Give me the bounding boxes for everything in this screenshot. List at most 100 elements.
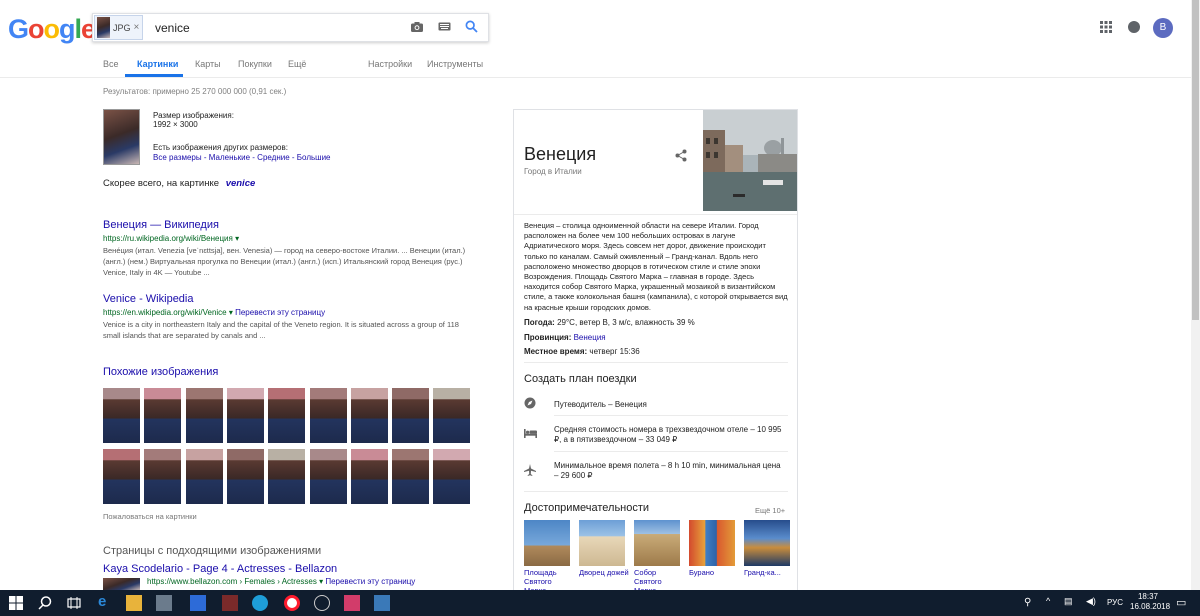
result-title[interactable]: Kaya Scodelario - Page 4 - Actresses - B… (103, 563, 337, 575)
sight-label[interactable]: Гранд-ка... (744, 568, 794, 577)
trip-hotel-prices[interactable]: Средняя стоимость номера в трехзвездочно… (554, 425, 784, 445)
sight-image-doges-palace[interactable] (579, 520, 625, 566)
tray-chevron-icon[interactable]: ^ (1046, 596, 1050, 606)
search-icon[interactable] (465, 20, 478, 33)
clock-app-icon[interactable] (314, 595, 330, 611)
similar-image-thumbnail[interactable] (350, 449, 388, 504)
google-logo[interactable]: Google (8, 14, 96, 45)
report-images-link[interactable]: Пожаловаться на картинки (103, 512, 197, 521)
tab-settings[interactable]: Настройки (368, 59, 412, 69)
app-icon[interactable] (344, 595, 360, 611)
trip-guide-link[interactable]: Путеводитель – Венеция (554, 400, 784, 409)
similar-images-title[interactable]: Похожие изображения (103, 366, 218, 378)
similar-image-thumbnail[interactable] (268, 449, 306, 504)
similar-image-thumbnail[interactable] (392, 449, 430, 504)
similar-image-thumbnail[interactable] (103, 388, 140, 443)
result-title[interactable]: Венеция — Википедия (103, 219, 219, 231)
similar-image-thumbnail[interactable] (185, 449, 223, 504)
sight-image-grand-canal[interactable] (744, 520, 790, 566)
volume-icon[interactable]: ◀) (1086, 596, 1096, 607)
similar-image-thumbnail[interactable] (268, 388, 306, 443)
tab-all[interactable]: Все (103, 59, 119, 69)
network-icon[interactable]: ▤ (1064, 596, 1073, 607)
keyboard-icon[interactable] (438, 22, 451, 31)
action-center-icon[interactable]: ▭ (1176, 596, 1186, 609)
trip-flight-info[interactable]: Минимальное время полета – 8 h 10 min, м… (554, 461, 784, 481)
task-view-icon[interactable] (66, 595, 82, 611)
image-chip[interactable]: JPG × (94, 15, 143, 40)
result-snippet: Venice is a city in northeastern Italy a… (103, 320, 459, 340)
result-url[interactable]: https://ru.wikipedia.org/wiki/Венеция ▾ (103, 234, 239, 243)
share-icon[interactable] (675, 149, 687, 162)
account-avatar[interactable]: B (1153, 18, 1173, 38)
result-url[interactable]: https://en.wikipedia.org/wiki/Venice (103, 308, 227, 317)
app-icon[interactable] (252, 595, 268, 611)
sight-image-st-marks-square[interactable] (524, 520, 570, 566)
similar-image-thumbnail[interactable] (350, 388, 388, 443)
similar-image-thumbnail[interactable] (226, 388, 264, 443)
tab-more[interactable]: Ещё (288, 59, 306, 69)
image-chip-close-icon[interactable]: × (134, 22, 140, 33)
camera-icon[interactable] (410, 21, 424, 33)
notifications-icon[interactable] (1128, 21, 1140, 33)
similar-image-thumbnail[interactable] (144, 388, 182, 443)
sight-image-burano[interactable] (689, 520, 735, 566)
app-icon[interactable] (222, 595, 238, 611)
tab-tools[interactable]: Инструменты (427, 59, 483, 69)
similar-image-thumbnail[interactable] (309, 388, 347, 443)
store-icon[interactable] (156, 595, 172, 611)
similar-image-thumbnail[interactable] (144, 449, 182, 504)
query-image-thumbnail (97, 17, 110, 38)
similar-image-thumbnail[interactable] (226, 449, 264, 504)
translate-link[interactable]: Перевести эту страницу (325, 577, 415, 586)
sight-label[interactable]: Бурано (689, 568, 739, 577)
language-indicator[interactable]: РУС (1107, 598, 1123, 607)
tab-images[interactable]: Картинки (137, 59, 178, 69)
similar-image-thumbnail[interactable] (309, 449, 347, 504)
similar-image-thumbnail[interactable] (433, 449, 471, 504)
result-title[interactable]: Venice - Wikipedia (103, 293, 194, 305)
translate-link[interactable]: Перевести эту страницу (235, 308, 325, 317)
best-guess: Скорее всего, на картинке venice (103, 178, 255, 189)
app-icon[interactable] (374, 595, 390, 611)
kp-fact-weather: Погода: 29°C, ветер В, 3 м/с, влажность … (524, 318, 695, 327)
windows-start-icon[interactable] (8, 595, 24, 611)
app-icon[interactable] (190, 595, 206, 611)
sight-label[interactable]: Собор Святого Марка (634, 568, 684, 590)
result-url-row: https://en.wikipedia.org/wiki/Venice ▾ П… (103, 308, 326, 317)
sight-image-st-marks-basilica[interactable] (634, 520, 680, 566)
sights-more-link[interactable]: Ещё 10+ (755, 506, 785, 515)
kp-subtitle: Город в Италии (524, 167, 582, 176)
image-size-value: 1992 × 3000 (153, 120, 198, 129)
search-box[interactable]: JPG × venice (92, 13, 489, 42)
sight-label[interactable]: Дворец дожей (579, 568, 629, 577)
file-explorer-icon[interactable] (126, 595, 142, 611)
search-input[interactable]: venice (155, 21, 190, 35)
similar-image-thumbnail[interactable] (103, 449, 140, 504)
similar-image-thumbnail[interactable] (185, 388, 223, 443)
similar-image-thumbnail[interactable] (392, 388, 430, 443)
image-sizes-links[interactable]: Все размеры - Маленькие - Средние - Боль… (153, 153, 330, 162)
apps-grid-icon[interactable] (1100, 21, 1112, 33)
matching-page-thumbnail[interactable] (103, 578, 140, 590)
similar-image-thumbnail[interactable] (433, 388, 471, 443)
best-guess-term[interactable]: venice (226, 178, 256, 189)
kp-fact-local-time: Местное время: четверг 15:36 (524, 347, 640, 356)
province-link[interactable]: Венеция (574, 333, 606, 342)
matching-pages-title: Страницы с подходящими изображениями (103, 545, 322, 557)
query-image-preview[interactable] (103, 109, 140, 165)
people-icon[interactable]: ⚲ (1024, 597, 1031, 608)
tab-maps[interactable]: Карты (195, 59, 221, 69)
edge-browser-icon[interactable]: e (98, 593, 114, 610)
taskbar-search-icon[interactable] (37, 595, 53, 611)
venice-grand-canal-photo[interactable] (703, 110, 798, 211)
sight-label[interactable]: Площадь Святого Марка (524, 568, 574, 590)
tab-shopping[interactable]: Покупки (238, 59, 272, 69)
logo-letter: o (43, 14, 60, 44)
opera-browser-icon[interactable] (284, 595, 300, 611)
page-scrollbar-thumb[interactable] (1192, 0, 1199, 320)
kp-divider (514, 214, 797, 215)
result-url[interactable]: https://www.bellazon.com › Females › Act… (147, 577, 317, 586)
taskbar-clock[interactable]: 18:37 16.08.2018 (1130, 592, 1170, 612)
logo-letter: o (28, 14, 44, 44)
